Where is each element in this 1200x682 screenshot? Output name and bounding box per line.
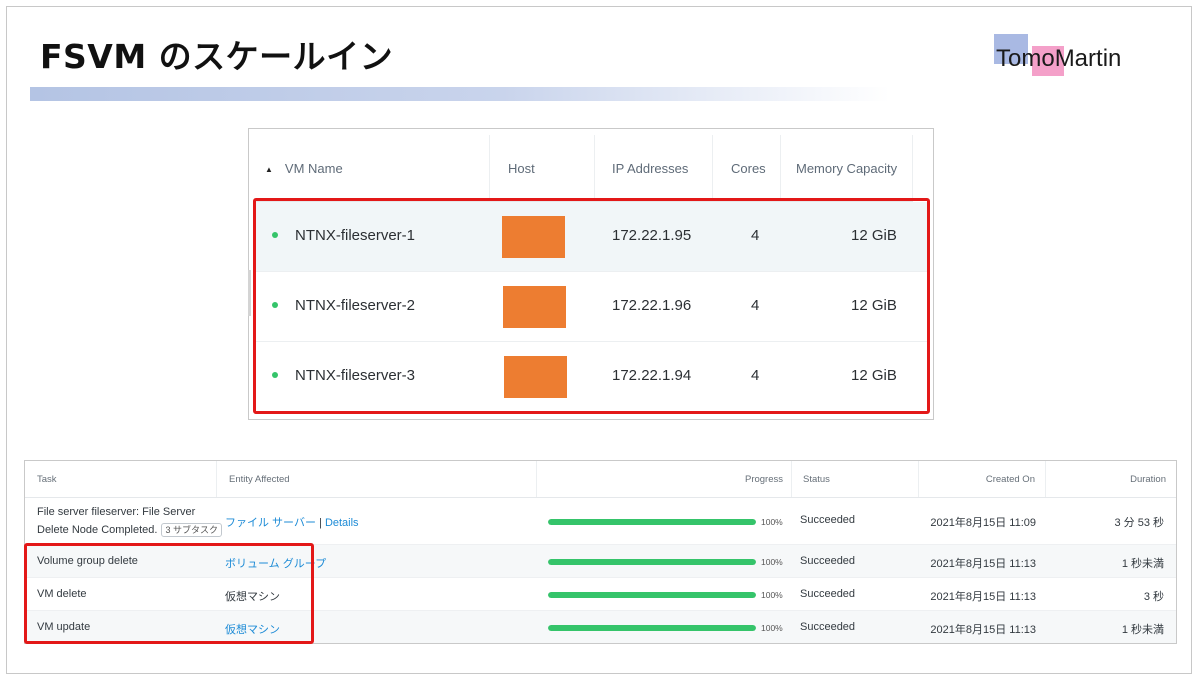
task-name-line2: Delete Node Completed. 3 サブタスク (37, 523, 222, 537)
sort-ascending-icon: ▲ (265, 165, 273, 174)
progress-label: 100% (761, 557, 783, 567)
task-created-on: 2021年8月15日 11:09 (930, 517, 1036, 529)
entity-link[interactable]: ファイル サーバー (225, 517, 316, 529)
task-duration: 1 秒未満 (1121, 558, 1164, 570)
task-rows-highlight-box (24, 543, 314, 644)
col-header-created-on[interactable]: Created On (919, 461, 1046, 497)
progress-label: 100% (761, 590, 783, 600)
progress-bar (548, 625, 756, 631)
progress-fill (548, 592, 756, 598)
task-status: Succeeded (800, 555, 856, 567)
subtasks-badge[interactable]: 3 サブタスク (161, 523, 222, 537)
logo: TomoMartin (992, 34, 1152, 80)
task-status: Succeeded (800, 621, 856, 633)
progress-bar (548, 519, 756, 525)
task-duration: 3 分 53 秒 (1114, 517, 1164, 529)
col-header-status[interactable]: Status (792, 461, 919, 497)
details-link[interactable]: Details (325, 517, 359, 529)
task-created-on: 2021年8月15日 11:13 (930, 558, 1036, 570)
col-header-vm-name[interactable]: ▲ VM Name (255, 135, 490, 201)
vm-table-header: ▲ VM Name Host IP Addresses Cores Memory … (255, 135, 913, 202)
progress-label: 100% (761, 517, 783, 527)
col-header-ip-addresses[interactable]: IP Addresses (595, 135, 713, 201)
task-name: File server fileserver: File Server (37, 506, 196, 518)
progress-fill (548, 625, 756, 631)
task-duration: 3 秒 (1143, 591, 1164, 603)
slide-title: FSVM のスケールイン (40, 37, 394, 76)
col-header-host[interactable]: Host (490, 135, 595, 201)
table-scroll-grip[interactable] (248, 270, 251, 316)
task-created-on: 2021年8月15日 11:13 (930, 624, 1036, 636)
col-header-progress[interactable]: Progress (537, 461, 792, 497)
col-header-task[interactable]: Task (25, 461, 217, 497)
col-header-entity-affected[interactable]: Entity Affected (217, 461, 537, 497)
progress-label: 100% (761, 623, 783, 633)
task-status: Succeeded (800, 588, 856, 600)
vm-rows-highlight-box (253, 198, 930, 414)
task-row[interactable]: File server fileserver: File Server Dele… (25, 498, 1176, 545)
task-created-on: 2021年8月15日 11:13 (930, 591, 1036, 603)
entity-separator: | (319, 517, 322, 529)
logo-text: TomoMartin (996, 45, 1122, 72)
task-table-header: Task Entity Affected Progress Status Cre… (25, 461, 1176, 498)
progress-bar (548, 592, 756, 598)
progress-fill (548, 559, 756, 565)
col-header-memory-capacity[interactable]: Memory Capacity (781, 135, 913, 201)
progress-bar (548, 559, 756, 565)
progress-fill (548, 519, 756, 525)
task-status: Succeeded (800, 514, 856, 526)
task-duration: 1 秒未満 (1121, 624, 1164, 636)
col-header-duration[interactable]: Duration (1046, 461, 1176, 497)
title-underline-bar (30, 87, 890, 101)
entity-cell: ファイル サーバー | Details (225, 514, 359, 530)
col-header-cores[interactable]: Cores (713, 135, 781, 201)
